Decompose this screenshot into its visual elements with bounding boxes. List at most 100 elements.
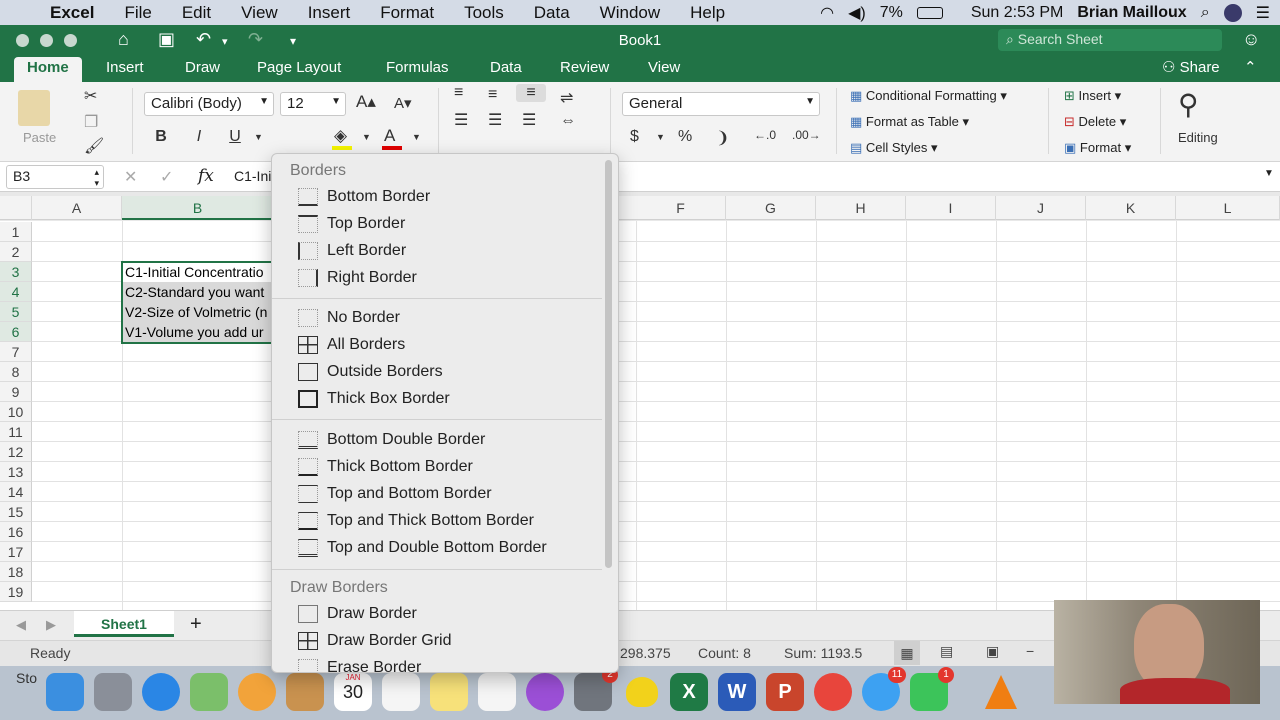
column-header-l[interactable]: L [1176,196,1280,220]
align-left-icon[interactable]: ☰ [454,110,468,130]
magnifier-icon[interactable]: ⚲ [1178,88,1199,121]
row-header-2[interactable]: 2 [0,242,32,262]
page-layout-view-icon[interactable]: ▤ [940,643,953,660]
tab-home[interactable]: Home [14,57,82,82]
row-header-17[interactable]: 17 [0,542,32,562]
cut-icon[interactable]: ✂ [84,86,97,106]
align-center-icon[interactable]: ☰ [488,110,502,130]
tab-data[interactable]: Data [490,57,522,82]
chrome-icon[interactable] [814,673,852,711]
format-as-table-button[interactable]: ▦ Format as Table ▾ [850,114,969,130]
smiley-feedback-icon[interactable]: ☺ [1242,29,1260,50]
font-name-select[interactable]: Calibri (Body) ▼ [144,92,274,116]
column-header-k[interactable]: K [1086,196,1176,220]
menu-item-bottom-border[interactable]: Bottom Border [298,185,598,209]
column-header-b[interactable]: B [122,196,274,220]
tab-page-layout[interactable]: Page Layout [257,57,341,82]
reminders-icon[interactable] [382,673,420,711]
add-sheet-button[interactable]: + [190,613,202,636]
align-bottom-icon[interactable]: ≡ [516,84,546,102]
row-header-9[interactable]: 9 [0,382,32,402]
wrap-text-icon[interactable]: ⇌ [560,88,573,108]
column-header-a[interactable]: A [32,196,122,220]
underline-dropdown-icon[interactable]: ▼ [254,132,263,142]
comma-style-button[interactable]: ❩ [716,128,729,148]
menu-item-thick-box-border[interactable]: Thick Box Border [298,387,598,411]
cyberduck-icon[interactable] [622,673,660,711]
align-right-icon[interactable]: ☰ [522,110,536,130]
volume-icon[interactable]: ◀) [848,3,866,23]
podcasts-icon[interactable] [526,673,564,711]
row-header-14[interactable]: 14 [0,482,32,502]
clock[interactable]: Sun 2:53 PM [971,4,1064,22]
siri-icon[interactable] [1223,3,1242,22]
menu-item-no-border[interactable]: No Border [298,306,598,330]
merge-center-icon[interactable]: ⇔ [560,112,576,130]
row-header-11[interactable]: 11 [0,422,32,442]
word-icon[interactable]: W [718,673,756,711]
tab-draw[interactable]: Draw [185,57,220,82]
menu-edit[interactable]: Edit [182,3,211,23]
row-header-7[interactable]: 7 [0,342,32,362]
font-size-select[interactable]: 12 ▼ [280,92,346,116]
menu-window[interactable]: Window [600,3,660,23]
increase-font-size-icon[interactable]: A▴ [356,92,376,112]
menu-format[interactable]: Format [380,3,434,23]
font-color-icon[interactable]: A [384,126,395,146]
currency-button[interactable]: $ [630,128,639,146]
normal-view-icon[interactable]: ▦ [894,641,920,665]
select-all-corner[interactable] [0,196,32,220]
underline-button[interactable]: U [224,128,246,146]
row-header-15[interactable]: 15 [0,502,32,522]
bold-button[interactable]: B [150,128,172,146]
row-header-16[interactable]: 16 [0,522,32,542]
number-format-select[interactable]: General ▼ [622,92,820,116]
powerpoint-icon[interactable]: P [766,673,804,711]
notes-icon[interactable] [430,673,468,711]
user-name[interactable]: Brian Mailloux [1077,4,1186,22]
safari-icon[interactable] [142,673,180,711]
wifi-icon[interactable]: ◠ [820,3,834,23]
format-painter-icon[interactable]: 🖌 [84,136,104,156]
menu-item-draw-border-grid[interactable]: Draw Border Grid [298,629,598,653]
vlc-icon[interactable] [982,673,1020,711]
menu-item-left-border[interactable]: Left Border [298,239,598,263]
menu-file[interactable]: File [124,3,151,23]
menu-item-top-and-thick-bottom-border[interactable]: Top and Thick Bottom Border [298,509,598,533]
column-header-j[interactable]: J [996,196,1086,220]
row-header-18[interactable]: 18 [0,562,32,582]
row-header-12[interactable]: 12 [0,442,32,462]
menu-item-thick-bottom-border[interactable]: Thick Bottom Border [298,455,598,479]
sheet-tab-sheet1[interactable]: Sheet1 [74,611,174,637]
excel-icon[interactable]: X [670,673,708,711]
calendar-icon[interactable]: JAN 30 [334,673,372,711]
paste-icon[interactable] [18,90,50,126]
row-header-8[interactable]: 8 [0,362,32,382]
menu-item-top-and-double-bottom-border[interactable]: Top and Double Bottom Border [298,536,598,560]
maps-icon[interactable] [190,673,228,711]
launchpad-icon[interactable] [94,673,132,711]
copy-icon[interactable]: ❐ [84,112,98,132]
menu-item-top-and-bottom-border[interactable]: Top and Bottom Border [298,482,598,506]
currency-dropdown-icon[interactable]: ▼ [656,132,665,142]
insert-function-button[interactable]: fx [198,166,214,186]
share-button[interactable]: ⚇ Share [1162,57,1220,82]
scroll-tabs-left-icon[interactable]: ◀ [16,617,26,633]
collapse-ribbon-icon[interactable]: ⌃ [1244,57,1257,82]
facetime-icon[interactable]: 1 [910,667,954,711]
row-header-13[interactable]: 13 [0,462,32,482]
menu-item-draw-border[interactable]: Draw Border [298,602,598,626]
music-icon[interactable] [478,673,516,711]
name-box[interactable]: B3 ▴ ▾ [6,165,104,189]
format-cells-button[interactable]: ▣ Format ▾ [1064,140,1131,156]
photos-icon[interactable] [238,673,276,711]
font-color-dropdown-icon[interactable]: ▼ [412,132,421,142]
menu-tools[interactable]: Tools [464,3,504,23]
decrease-font-size-icon[interactable]: A▾ [394,94,412,112]
menu-item-erase-border[interactable]: Erase Border [298,656,598,672]
editing-label[interactable]: Editing [1178,130,1218,145]
tab-formulas[interactable]: Formulas [386,57,449,82]
contacts-icon[interactable] [286,673,324,711]
menu-item-all-borders[interactable]: All Borders [298,333,598,357]
spotlight-search-icon[interactable]: ⌕ [1201,4,1210,22]
